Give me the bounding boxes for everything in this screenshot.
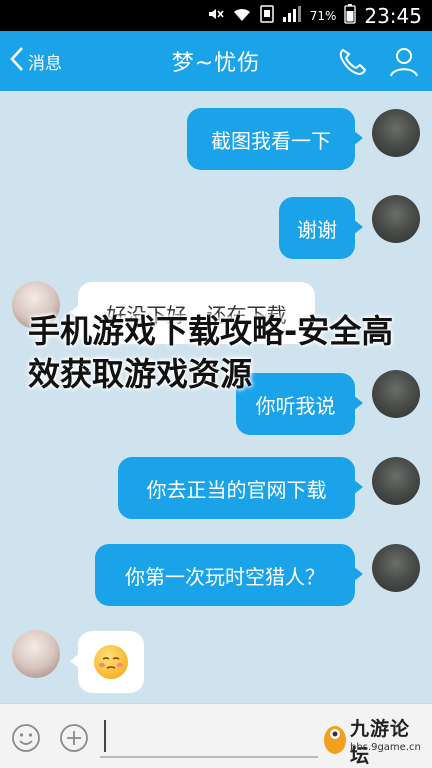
wifi-icon xyxy=(232,5,252,27)
message-bubble[interactable]: 你去正当的官网下载 xyxy=(118,457,363,519)
avatar[interactable] xyxy=(372,195,420,243)
message-bubble[interactable]: 截图我看一下 xyxy=(187,108,363,170)
chat-area: 截图我看一下 谢谢 好没下好，还在下载 你听我说 你去正当的官网下载 你第一次玩… xyxy=(0,91,432,703)
signal-icon xyxy=(282,5,302,27)
title-bar: 消息 梦~忧伤 xyxy=(0,31,432,91)
profile-button[interactable] xyxy=(386,44,422,80)
watermark: 九游论坛 bbs.9game.cn xyxy=(322,712,428,767)
text-caret xyxy=(104,720,106,752)
message-bubble[interactable]: 你第一次玩时空猎人？ xyxy=(95,544,363,606)
mute-icon xyxy=(206,5,224,27)
avatar[interactable] xyxy=(12,630,60,678)
watermark-name: 九游论坛 xyxy=(350,718,411,767)
phone-icon xyxy=(339,48,367,76)
message-text: 谢谢 xyxy=(297,217,337,242)
avatar[interactable] xyxy=(372,457,420,505)
avatar[interactable] xyxy=(372,544,420,592)
message-text: 你第一次玩时空猎人？ xyxy=(125,564,325,589)
sim-icon xyxy=(259,4,274,27)
status-bar: 71% 23:45 xyxy=(0,0,432,31)
battery-percent: 71% xyxy=(309,8,337,23)
overlay-title: 手机游戏下载攻略-安全高效获取游戏资源 xyxy=(28,312,394,393)
watermark-url: bbs.9game.cn xyxy=(350,742,421,753)
plus-button[interactable] xyxy=(58,722,90,754)
sleepy-face-icon xyxy=(94,645,128,679)
smiley-icon xyxy=(12,724,40,752)
emoji-button[interactable] xyxy=(10,722,42,754)
plus-icon xyxy=(60,724,88,752)
message-bubble[interactable]: 谢谢 xyxy=(279,197,363,259)
battery-icon xyxy=(344,3,357,28)
message-bubble[interactable] xyxy=(70,631,144,693)
input-bar: 九游论坛 bbs.9game.cn xyxy=(0,703,432,768)
message-text: 截图我看一下 xyxy=(211,128,331,153)
watermark-logo-icon xyxy=(324,726,346,754)
person-icon xyxy=(390,48,418,77)
avatar[interactable] xyxy=(372,109,420,157)
message-input[interactable] xyxy=(100,716,318,758)
message-text: 你去正当的官网下载 xyxy=(146,477,327,502)
clock: 23:45 xyxy=(364,3,422,28)
call-button[interactable] xyxy=(334,44,370,80)
